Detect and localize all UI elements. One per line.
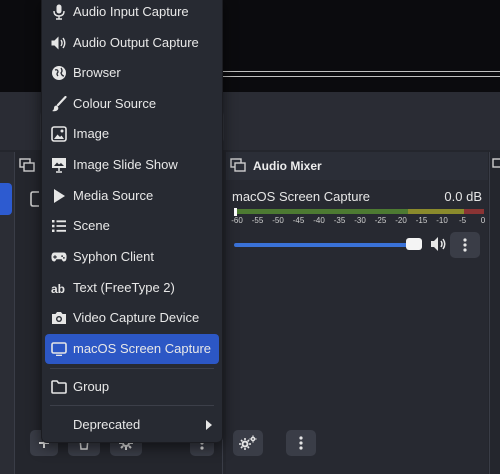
camera-icon	[51, 310, 67, 326]
slideshow-icon	[51, 157, 67, 173]
menu-item-media-source[interactable]: Media Source	[45, 181, 219, 211]
globe-icon	[51, 65, 67, 81]
meter-tick-label: -20	[395, 216, 407, 225]
speaker-icon[interactable]	[430, 236, 448, 252]
paintbrush-icon	[51, 96, 67, 112]
source-visibility-icon[interactable]	[30, 190, 40, 208]
meter-yellow-zone	[408, 209, 464, 214]
meter-tick-label: -55	[251, 216, 264, 225]
meter-tick-label: -5	[458, 216, 467, 225]
meter-tick-label: -60	[231, 216, 243, 225]
volume-slider-handle[interactable]	[406, 238, 422, 250]
menu-item-image[interactable]: Image	[45, 119, 219, 149]
meter-tick-label: 0	[480, 216, 486, 225]
play-icon	[51, 188, 67, 204]
scene-selected-item[interactable]	[0, 183, 12, 215]
menu-item-macos-screen-capture[interactable]: macOS Screen Capture	[45, 334, 219, 364]
meter-tick-label: -50	[272, 216, 284, 225]
gamepad-icon	[51, 249, 67, 265]
mixer-source-menu-button[interactable]	[450, 232, 480, 258]
meter-tick-label: -35	[333, 216, 346, 225]
meter-tick-label: -40	[313, 216, 325, 225]
meter-tick-labels: -60 -55 -50 -45 -40 -35 -30 -25 -20 -15 -10 -5 0	[231, 216, 486, 230]
audio-advanced-properties-button[interactable]	[233, 430, 263, 456]
list-icon	[51, 218, 67, 234]
dock-undock-icon[interactable]	[230, 158, 246, 172]
menu-separator	[50, 368, 214, 369]
meter-tick-label: -10	[436, 216, 448, 225]
submenu-arrow-icon	[206, 420, 212, 430]
menu-item-image-slide-show[interactable]: Image Slide Show	[45, 150, 219, 180]
kebab-menu-icon	[463, 238, 467, 252]
preview-guide-line	[220, 71, 500, 72]
audio-mixer-dock: Audio Mixer macOS Screen Capture 0.0 dB …	[226, 152, 488, 474]
menu-item-group[interactable]: Group	[45, 372, 219, 402]
menu-item-text-freetype[interactable]: ab Text (FreeType 2)	[45, 273, 219, 303]
mixer-menu-button[interactable]	[286, 430, 316, 456]
add-source-menu: Audio Input Capture Audio Output Capture…	[41, 0, 223, 443]
meter-tick-label: -45	[292, 216, 305, 225]
menu-item-video-capture-device[interactable]: Video Capture Device	[45, 303, 219, 333]
mixer-source-name: macOS Screen Capture	[232, 189, 371, 204]
svg-text:ab: ab	[51, 282, 65, 295]
gears-icon	[239, 435, 257, 450]
menu-item-colour-source[interactable]: Colour Source	[45, 89, 219, 119]
folder-icon	[51, 379, 67, 395]
dock-undock-icon[interactable]	[492, 158, 500, 172]
menu-item-scene[interactable]: Scene	[45, 211, 219, 241]
dock-divider	[14, 152, 15, 474]
menu-separator	[50, 405, 214, 406]
image-icon	[51, 126, 67, 142]
menu-item-audio-input-capture[interactable]: Audio Input Capture	[45, 0, 219, 27]
mixer-level-readout: 0.0 dB	[444, 189, 482, 204]
dock-undock-icon[interactable]	[19, 158, 35, 172]
meter-red-zone	[464, 209, 484, 214]
meter-tick-label: -15	[415, 216, 428, 225]
speaker-icon	[51, 35, 67, 51]
volume-meter	[234, 208, 484, 216]
text-ab-icon: ab	[51, 280, 67, 296]
meter-peak-marker	[234, 208, 237, 216]
menu-item-audio-output-capture[interactable]: Audio Output Capture	[45, 28, 219, 58]
meter-tick-label: -30	[354, 216, 366, 225]
audio-mixer-title: Audio Mixer	[253, 159, 322, 173]
audio-mixer-header: Audio Mixer	[226, 152, 488, 180]
preview-guide-line	[220, 76, 500, 77]
meter-tick-label: -25	[374, 216, 387, 225]
kebab-menu-icon	[299, 436, 303, 450]
monitor-icon	[51, 341, 67, 357]
menu-item-browser[interactable]: Browser	[45, 58, 219, 88]
menu-item-deprecated[interactable]: Deprecated	[45, 410, 219, 440]
volume-slider-track[interactable]	[234, 243, 418, 247]
dock-divider	[489, 152, 490, 474]
meter-green-zone	[234, 209, 408, 214]
menu-item-syphon-client[interactable]: Syphon Client	[45, 242, 219, 272]
microphone-icon	[51, 4, 67, 20]
